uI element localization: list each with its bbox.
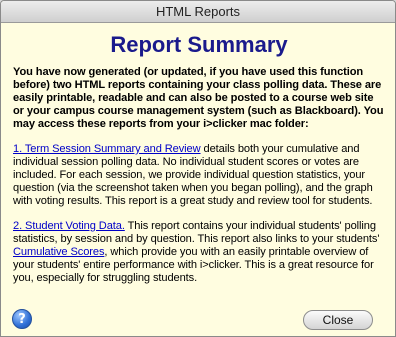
intro-paragraph: You have now generated (or updated, if y…	[13, 66, 384, 130]
help-button[interactable]: ?	[12, 309, 32, 329]
report-content: Report Summary You have now generated (o…	[1, 32, 395, 285]
cumulative-scores-link[interactable]: Cumulative Scores	[13, 246, 105, 258]
help-icon: ?	[18, 311, 26, 327]
student-voting-data-link[interactable]: 2. Student Voting Data.	[13, 220, 125, 232]
report-window: HTML Reports Report Summary You have now…	[0, 0, 396, 337]
term-summary-paragraph: 1. Term Session Summary and Review detai…	[13, 143, 385, 208]
close-button[interactable]: Close	[303, 310, 373, 330]
student-voting-paragraph: 2. Student Voting Data. This report cont…	[13, 220, 385, 285]
page-title: Report Summary	[110, 32, 288, 57]
title-bar[interactable]: HTML Reports	[1, 1, 395, 23]
window-title: HTML Reports	[155, 4, 241, 19]
term-session-summary-link[interactable]: 1. Term Session Summary and Review	[13, 143, 201, 155]
